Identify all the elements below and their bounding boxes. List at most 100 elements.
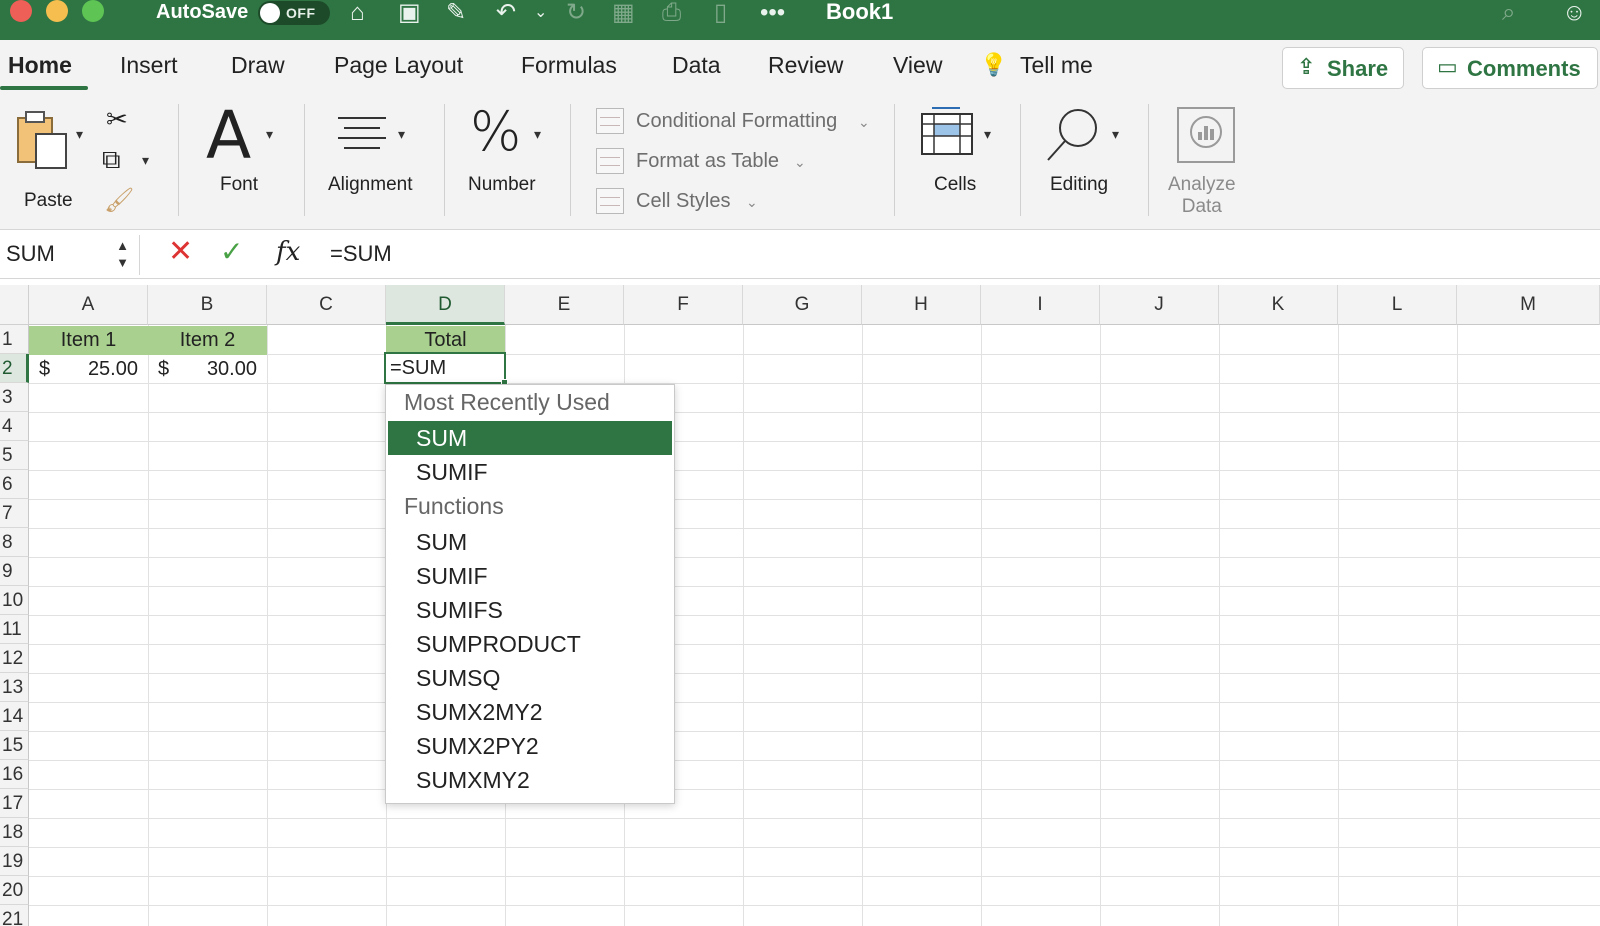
- formula-input[interactable]: =SUM: [330, 241, 392, 267]
- column-header-j[interactable]: J: [1100, 285, 1219, 325]
- tab-view[interactable]: View: [893, 52, 942, 79]
- column-header-f[interactable]: F: [624, 285, 743, 325]
- column-header-l[interactable]: L: [1338, 285, 1457, 325]
- tab-page-layout[interactable]: Page Layout: [334, 52, 463, 79]
- analyze-data-icon[interactable]: [1176, 106, 1236, 164]
- row-header-14[interactable]: 14: [0, 702, 29, 731]
- cell-a1[interactable]: Item 1: [29, 326, 148, 355]
- alignment-chevron-down-icon[interactable]: ▾: [398, 126, 405, 143]
- tab-home[interactable]: Home: [8, 52, 72, 79]
- row-header-5[interactable]: 5: [0, 441, 29, 470]
- autocomplete-item[interactable]: SUMX2MY2: [388, 695, 672, 729]
- column-header-h[interactable]: H: [862, 285, 981, 325]
- row-header-8[interactable]: 8: [0, 528, 29, 557]
- row-header-18[interactable]: 18: [0, 818, 29, 847]
- comments-button[interactable]: ▭ Comments: [1422, 47, 1598, 89]
- autocomplete-item-selected[interactable]: SUM: [388, 421, 672, 455]
- format-painter-icon[interactable]: 🖌: [104, 186, 134, 215]
- autocomplete-item[interactable]: SUMSQ: [388, 661, 672, 695]
- paste-chevron-down-icon[interactable]: ▾: [76, 126, 83, 143]
- column-header-a[interactable]: A: [29, 285, 148, 325]
- row-header-15[interactable]: 15: [0, 731, 29, 760]
- tab-formulas[interactable]: Formulas: [521, 52, 617, 79]
- name-box[interactable]: SUM ▲ ▼: [0, 235, 140, 275]
- tab-data[interactable]: Data: [672, 52, 721, 79]
- row-header-17[interactable]: 17: [0, 789, 29, 818]
- autocomplete-item[interactable]: SUMIFS: [388, 593, 672, 627]
- autocomplete-item[interactable]: SUMIF: [388, 455, 672, 489]
- tab-draw[interactable]: Draw: [231, 52, 285, 79]
- confirm-entry-icon[interactable]: ✓: [220, 237, 243, 267]
- cell-a2[interactable]: $ 25.00: [29, 355, 148, 384]
- zoom-window-button[interactable]: [82, 0, 104, 22]
- edit-document-icon[interactable]: ✎: [446, 0, 466, 26]
- alignment-icon[interactable]: [336, 114, 388, 154]
- save-icon[interactable]: ▣: [398, 0, 421, 26]
- cut-scissors-icon[interactable]: ✂: [106, 104, 128, 135]
- conditional-formatting-button[interactable]: Conditional Formatting: [636, 110, 837, 133]
- home-icon[interactable]: ⌂: [350, 0, 365, 26]
- select-all-corner[interactable]: [0, 285, 29, 325]
- tab-insert[interactable]: Insert: [120, 52, 178, 79]
- autocomplete-item[interactable]: SUMPRODUCT: [388, 627, 672, 661]
- cell-styles-chevron-down-icon[interactable]: ⌄: [746, 194, 758, 211]
- row-header-11[interactable]: 11: [0, 615, 29, 644]
- copy-chevron-down-icon[interactable]: ▾: [142, 152, 149, 169]
- undo-dropdown-chevron-icon[interactable]: ⌄: [534, 0, 547, 26]
- autocomplete-item[interactable]: SUMX2PY2: [388, 729, 672, 763]
- column-header-g[interactable]: G: [743, 285, 862, 325]
- row-header-6[interactable]: 6: [0, 470, 29, 499]
- row-header-19[interactable]: 19: [0, 847, 29, 876]
- search-icon[interactable]: ⌕: [1502, 0, 1515, 26]
- cells-icon[interactable]: [920, 106, 974, 156]
- row-header-13[interactable]: 13: [0, 673, 29, 702]
- row-header-16[interactable]: 16: [0, 760, 29, 789]
- number-chevron-down-icon[interactable]: ▾: [534, 126, 541, 143]
- editing-chevron-down-icon[interactable]: ▾: [1112, 126, 1119, 143]
- row-header-1[interactable]: 1: [0, 325, 29, 354]
- row-header-12[interactable]: 12: [0, 644, 29, 673]
- row-header-9[interactable]: 9: [0, 557, 29, 586]
- undo-icon[interactable]: ↶: [496, 0, 516, 26]
- percent-icon[interactable]: %: [470, 100, 521, 164]
- account-icon[interactable]: ☺: [1562, 0, 1587, 26]
- cell-d1[interactable]: Total: [386, 326, 505, 355]
- row-header-10[interactable]: 10: [0, 586, 29, 615]
- font-chevron-down-icon[interactable]: ▾: [266, 126, 273, 143]
- copy-icon[interactable]: ⧉: [102, 144, 121, 176]
- column-header-d[interactable]: D: [386, 285, 505, 325]
- share-button[interactable]: ⇪ Share: [1282, 47, 1404, 89]
- name-box-stepper-icon[interactable]: ▲ ▼: [116, 237, 129, 271]
- cell-b2[interactable]: $ 30.00: [148, 355, 267, 384]
- autosave-toggle[interactable]: OFF: [258, 1, 330, 25]
- column-header-k[interactable]: K: [1219, 285, 1338, 325]
- column-header-b[interactable]: B: [148, 285, 267, 325]
- row-header-20[interactable]: 20: [0, 876, 29, 905]
- column-header-i[interactable]: I: [981, 285, 1100, 325]
- row-header-2[interactable]: 2: [0, 354, 29, 383]
- cell-d2-active-editor[interactable]: =SUM: [384, 352, 506, 384]
- autocomplete-item[interactable]: SUM: [388, 525, 672, 559]
- column-header-m[interactable]: M: [1457, 285, 1600, 325]
- analyze-data-label[interactable]: Analyze Data: [1168, 174, 1236, 218]
- conditional-formatting-chevron-down-icon[interactable]: ⌄: [858, 114, 870, 131]
- tell-me-search[interactable]: Tell me: [1020, 52, 1093, 79]
- cancel-entry-icon[interactable]: ✕: [168, 237, 193, 267]
- minimize-window-button[interactable]: [46, 0, 68, 22]
- paste-button[interactable]: Paste: [14, 110, 82, 211]
- close-window-button[interactable]: [10, 0, 32, 22]
- font-icon[interactable]: A: [206, 98, 251, 174]
- format-as-table-button[interactable]: Format as Table: [636, 150, 779, 173]
- cell-styles-button[interactable]: Cell Styles: [636, 190, 730, 213]
- column-header-e[interactable]: E: [505, 285, 624, 325]
- row-header-4[interactable]: 4: [0, 412, 29, 441]
- autocomplete-item[interactable]: SUMIF: [388, 559, 672, 593]
- column-header-c[interactable]: C: [267, 285, 386, 325]
- row-header-3[interactable]: 3: [0, 383, 29, 412]
- autocomplete-item[interactable]: SUMXMY2: [388, 763, 672, 797]
- magnifier-icon[interactable]: [1044, 106, 1102, 164]
- row-header-21[interactable]: 21: [0, 905, 29, 926]
- row-header-7[interactable]: 7: [0, 499, 29, 528]
- format-as-table-chevron-down-icon[interactable]: ⌄: [794, 154, 806, 171]
- tab-review[interactable]: Review: [768, 52, 843, 79]
